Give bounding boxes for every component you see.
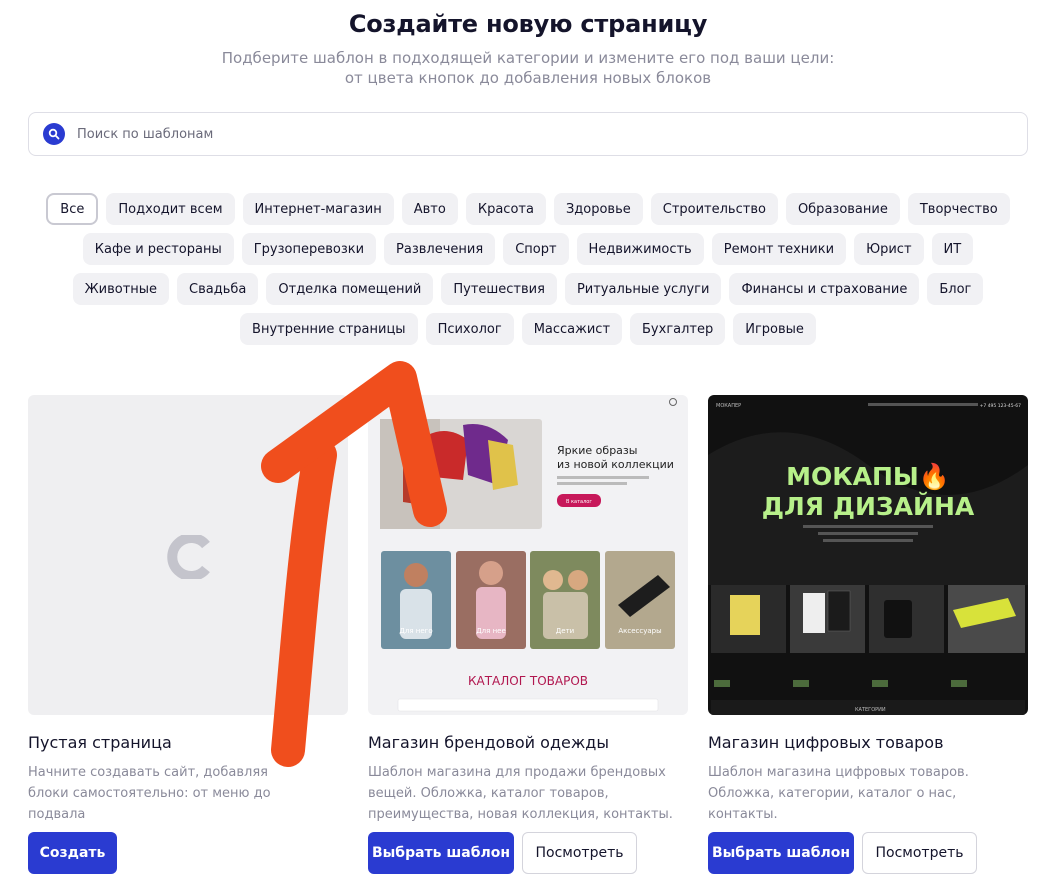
category-tag[interactable]: Грузоперевозки xyxy=(241,233,377,265)
category-tag[interactable]: Кафе и рестораны xyxy=(82,233,234,265)
category-tag[interactable]: Образование xyxy=(785,193,900,225)
category-tag[interactable]: Спорт xyxy=(503,233,569,265)
preview-footer-label: КАТЕГОРИИ xyxy=(855,707,886,713)
category-tag[interactable]: ИТ xyxy=(931,233,974,265)
category-label-2: Дети xyxy=(556,627,574,635)
category-tag[interactable]: Финансы и страхование xyxy=(729,273,920,305)
category-tag[interactable]: Недвижимость xyxy=(576,233,704,265)
category-tag[interactable]: Психолог xyxy=(425,313,514,345)
category-tag[interactable]: Подходит всем xyxy=(106,193,235,225)
create-button[interactable]: Создать xyxy=(28,832,117,874)
category-tag[interactable]: Внутренние страницы xyxy=(240,313,418,345)
digital-preview-art: МОКАПЕР +7 495 123-45-67 МОКАПЫ🔥 ДЛЯ ДИЗ… xyxy=(708,403,1028,715)
template-card-fashion: Яркие образы из новой коллекции В катало… xyxy=(368,395,688,874)
subtitle-line-1: Подберите шаблон в подходящей категории … xyxy=(221,49,835,67)
template-card-digital: МОКАПЕР +7 495 123-45-67 МОКАПЫ🔥 ДЛЯ ДИЗ… xyxy=(708,395,1028,874)
search-placeholder: Поиск по шаблонам xyxy=(77,126,214,142)
c-logo-icon xyxy=(167,535,210,579)
template-card-blank: Пустая страница Начните создавать сайт, … xyxy=(28,395,348,874)
hero-button: В каталог xyxy=(566,499,592,505)
page-subtitle: Подберите шаблон в подходящей категории … xyxy=(0,48,1056,88)
card-title: Магазин цифровых товаров xyxy=(708,733,944,752)
category-tag[interactable]: Авто xyxy=(401,193,458,225)
category-tag[interactable]: Все xyxy=(46,193,99,225)
category-tag[interactable]: Ритуальные услуги xyxy=(564,273,722,305)
catalog-title: КАТАЛОГ ТОВАРОВ xyxy=(468,674,588,688)
choose-template-button[interactable]: Выбрать шаблон xyxy=(368,832,514,874)
category-tag[interactable]: Красота xyxy=(465,193,546,225)
category-tag[interactable]: Юрист xyxy=(854,233,924,265)
blank-page-preview[interactable] xyxy=(28,395,348,715)
fashion-store-preview[interactable]: Яркие образы из новой коллекции В катало… xyxy=(368,395,688,715)
category-tag[interactable]: Бухгалтер xyxy=(630,313,726,345)
card-description: Шаблон магазина цифровых товаров. Обложк… xyxy=(708,765,969,822)
hero-title-2: из новой коллекции xyxy=(557,458,674,471)
category-tag[interactable]: Развлечения xyxy=(384,233,496,265)
hero-line-1: МОКАПЫ🔥 xyxy=(786,462,950,491)
category-label-0: Для него xyxy=(399,627,432,635)
category-tag[interactable]: Творчество xyxy=(907,193,1010,225)
hero-title-1: Яркие образы xyxy=(557,444,637,457)
category-tag[interactable]: Блог xyxy=(927,273,984,305)
search-input[interactable]: Поиск по шаблонам xyxy=(28,112,1028,156)
fashion-preview-art: Яркие образы из новой коллекции В катало… xyxy=(380,398,677,712)
category-tag[interactable]: Строительство xyxy=(650,193,778,225)
card-title: Пустая страница xyxy=(28,733,172,752)
subtitle-line-2: от цвета кнопок до добавления новых блок… xyxy=(344,69,712,87)
category-tag[interactable]: Здоровье xyxy=(553,193,643,225)
digital-store-preview[interactable]: МОКАПЕР +7 495 123-45-67 МОКАПЫ🔥 ДЛЯ ДИЗ… xyxy=(708,395,1028,715)
preview-button[interactable]: Посмотреть xyxy=(522,832,637,874)
preview-button[interactable]: Посмотреть xyxy=(862,832,977,874)
hero-line-2: ДЛЯ ДИЗАЙНА xyxy=(762,492,975,521)
category-tag[interactable]: Свадьба xyxy=(177,273,259,305)
category-tag[interactable]: Животные xyxy=(72,273,170,305)
preview-phone: +7 495 123-45-67 xyxy=(980,403,1022,409)
search-icon xyxy=(43,123,65,145)
card-description: Начните создавать сайт, добавляя блоки с… xyxy=(28,765,271,822)
category-tiles: Для него Для нее Дети Аксессуары xyxy=(381,551,675,649)
category-label-1: Для нее xyxy=(476,627,506,635)
category-tag[interactable]: Интернет-магазин xyxy=(242,193,394,225)
preview-logo: МОКАПЕР xyxy=(716,403,741,409)
category-tag[interactable]: Массажист xyxy=(521,313,623,345)
page-title: Создайте новую страницу xyxy=(348,10,708,38)
category-tag[interactable]: Игровые xyxy=(733,313,816,345)
category-tag[interactable]: Путешествия xyxy=(441,273,557,305)
card-description: Шаблон магазина для продажи брендовых ве… xyxy=(368,765,673,822)
category-tag[interactable]: Отделка помещений xyxy=(266,273,434,305)
category-label-3: Аксессуары xyxy=(618,627,661,635)
category-tag[interactable]: Ремонт техники xyxy=(711,233,847,265)
category-tags: Все Подходит всем Интернет-магазин Авто Крас… xyxy=(40,193,1016,345)
choose-template-button[interactable]: Выбрать шаблон xyxy=(708,832,854,874)
card-title: Магазин брендовой одежды xyxy=(368,733,609,752)
